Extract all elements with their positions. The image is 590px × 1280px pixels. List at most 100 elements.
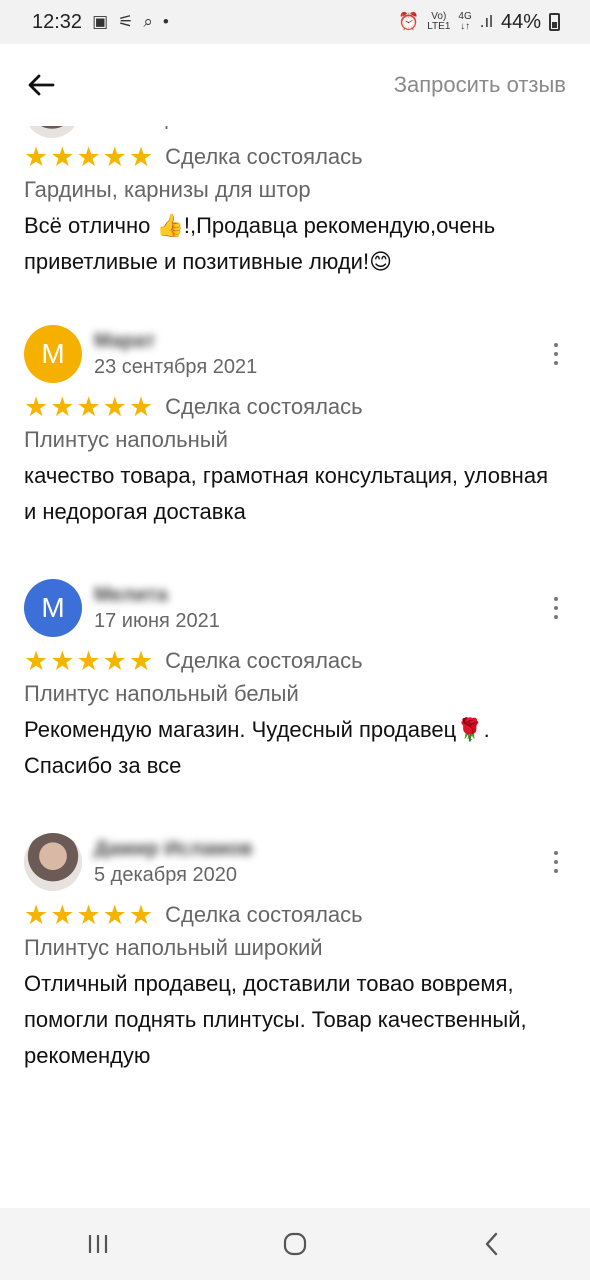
review-text: качество товара, грамотная консультация,… bbox=[24, 463, 548, 524]
review-item: М Мелита 17 июня 2021 ★ ★ ★ ★ ★ Сделка с… bbox=[0, 572, 590, 784]
review-date: 17 июня 2021 bbox=[94, 609, 220, 632]
star-icon: ★ bbox=[50, 645, 75, 676]
star-rating: ★ ★ ★ ★ ★ bbox=[24, 391, 154, 422]
star-icon: ★ bbox=[102, 899, 127, 930]
review-product: Плинтус напольный белый bbox=[24, 681, 299, 706]
star-icon: ★ bbox=[50, 141, 75, 172]
more-options-button[interactable] bbox=[546, 594, 566, 622]
avatar-letter: М bbox=[41, 592, 65, 623]
signal-alert-icon: ⚟ bbox=[118, 12, 134, 31]
chevron-left-icon bbox=[485, 1232, 497, 1256]
review-header: М Марат 23 сентября 2021 bbox=[24, 318, 566, 390]
more-vert-icon bbox=[554, 615, 558, 619]
star-icon: ★ bbox=[128, 141, 154, 172]
search-icon: ⌕ bbox=[143, 12, 153, 31]
rating-row: ★ ★ ★ ★ ★ Сделка состоялась bbox=[24, 898, 566, 932]
review-text: Отличный продавец, доставили товао вовре… bbox=[24, 971, 527, 1068]
more-vert-icon bbox=[554, 361, 558, 365]
status-bar: 12:32 ▣ ⚟ ⌕ • ⏰ Vo) LTE1 4G ↓↑ .ıl 44% bbox=[0, 0, 590, 44]
system-back-button[interactable] bbox=[462, 1224, 522, 1264]
review-header-text: Марат 23 сентября 2021 bbox=[94, 330, 257, 379]
star-icon: ★ bbox=[102, 391, 127, 422]
status-right: ⏰ Vo) LTE1 4G ↓↑ .ıl 44% bbox=[398, 11, 560, 34]
data-arrows-icon: ↓↑ bbox=[460, 21, 471, 32]
star-icon: ★ bbox=[50, 899, 75, 930]
recents-icon bbox=[89, 1235, 108, 1253]
net-type-indicator: 4G ↓↑ bbox=[458, 12, 471, 32]
avatar[interactable]: М bbox=[24, 325, 82, 383]
rating-row: ★ ★ ★ ★ ★ Сделка состоялась bbox=[24, 390, 566, 424]
review-date: 5 декабря 2020 bbox=[94, 863, 238, 886]
deal-status: Сделка состоялась bbox=[165, 648, 363, 673]
rating-row: ★ ★ ★ ★ ★ Сделка состоялась bbox=[24, 140, 566, 174]
star-icon: ★ bbox=[128, 899, 154, 930]
star-icon: ★ bbox=[24, 899, 49, 930]
more-vert-icon bbox=[554, 869, 558, 873]
deal-status: Сделка состоялась bbox=[165, 144, 363, 169]
avatar[interactable] bbox=[24, 833, 82, 891]
avatar-letter: М bbox=[41, 338, 65, 369]
rating-row: ★ ★ ★ ★ ★ Сделка состоялась bbox=[24, 644, 566, 678]
deal-status: Сделка состоялась bbox=[165, 902, 363, 927]
review-item: Дамир Исламов 5 декабря 2020 ★ ★ ★ ★ ★ С… bbox=[0, 826, 590, 1074]
review-product: Гардины, карнизы для штор bbox=[24, 177, 311, 202]
review-text: Рекомендую магазин. Чудесный продавец🌹. … bbox=[24, 717, 490, 778]
more-options-button[interactable] bbox=[546, 848, 566, 876]
battery-icon bbox=[549, 13, 560, 31]
deal-status: Сделка состоялась bbox=[165, 394, 363, 419]
star-icon: ★ bbox=[102, 141, 127, 172]
review-header: М Мелита 17 июня 2021 bbox=[24, 572, 566, 644]
battery-percent: 44% bbox=[500, 10, 541, 33]
more-vert-icon bbox=[554, 860, 558, 864]
status-left: 12:32 ▣ ⚟ ⌕ • bbox=[32, 11, 169, 34]
more-options-button[interactable] bbox=[546, 340, 566, 368]
star-icon: ★ bbox=[76, 645, 101, 676]
dot-icon: • bbox=[162, 12, 169, 31]
review-header-text: Дамир Исламов 5 декабря 2020 bbox=[94, 838, 253, 887]
system-nav-bar bbox=[0, 1208, 590, 1280]
recent-apps-button[interactable] bbox=[68, 1224, 128, 1264]
back-button[interactable] bbox=[26, 70, 56, 100]
star-rating: ★ ★ ★ ★ ★ bbox=[24, 645, 154, 676]
review-product: Плинтус напольный широкий bbox=[24, 935, 323, 960]
app-bar: Запросить отзыв bbox=[0, 44, 590, 126]
review-item: 18 ноября 2021 ★ ★ ★ ★ ★ Сделка состояла… bbox=[0, 108, 590, 280]
star-rating: ★ ★ ★ ★ ★ bbox=[24, 899, 154, 930]
home-button[interactable] bbox=[265, 1224, 325, 1264]
volte-bottom: LTE1 bbox=[427, 21, 451, 32]
request-review-button[interactable]: Запросить отзыв bbox=[394, 72, 566, 98]
star-icon: ★ bbox=[76, 899, 101, 930]
star-icon: ★ bbox=[24, 391, 49, 422]
review-date: 23 сентября 2021 bbox=[94, 355, 258, 378]
more-vert-icon bbox=[554, 343, 558, 347]
review-header: Дамир Исламов 5 декабря 2020 bbox=[24, 826, 566, 898]
review-item: М Марат 23 сентября 2021 ★ ★ ★ ★ ★ Сделк… bbox=[0, 318, 590, 530]
review-header-text: Мелита 17 июня 2021 bbox=[94, 584, 220, 633]
more-vert-icon bbox=[554, 352, 558, 356]
reviewer-name[interactable]: Марат bbox=[94, 330, 257, 354]
star-icon: ★ bbox=[24, 645, 49, 676]
reviewer-name[interactable]: Мелита bbox=[94, 584, 220, 608]
volte-indicator: Vo) LTE1 bbox=[427, 12, 450, 32]
more-vert-icon bbox=[554, 606, 558, 610]
star-icon: ★ bbox=[102, 645, 127, 676]
star-icon: ★ bbox=[76, 391, 101, 422]
status-time: 12:32 bbox=[32, 10, 83, 33]
star-icon: ★ bbox=[50, 391, 75, 422]
signal-bars-icon: .ıl bbox=[479, 12, 493, 31]
image-icon: ▣ bbox=[92, 12, 109, 31]
star-rating: ★ ★ ★ ★ ★ bbox=[24, 141, 154, 172]
more-vert-icon bbox=[554, 851, 558, 855]
home-icon bbox=[283, 1232, 307, 1256]
alarm-icon: ⏰ bbox=[398, 12, 420, 31]
star-icon: ★ bbox=[128, 391, 154, 422]
review-text: Всё отлично 👍!,Продавца рекомендую,очень… bbox=[24, 213, 496, 274]
reviews-list[interactable]: 18 ноября 2021 ★ ★ ★ ★ ★ Сделка состояла… bbox=[0, 108, 590, 1208]
more-vert-icon bbox=[554, 597, 558, 601]
reviewer-name[interactable]: Дамир Исламов bbox=[94, 838, 253, 862]
arrow-left-icon bbox=[28, 74, 55, 96]
avatar[interactable]: М bbox=[24, 579, 82, 637]
star-icon: ★ bbox=[76, 141, 101, 172]
review-product: Плинтус напольный bbox=[24, 427, 228, 452]
star-icon: ★ bbox=[128, 645, 154, 676]
